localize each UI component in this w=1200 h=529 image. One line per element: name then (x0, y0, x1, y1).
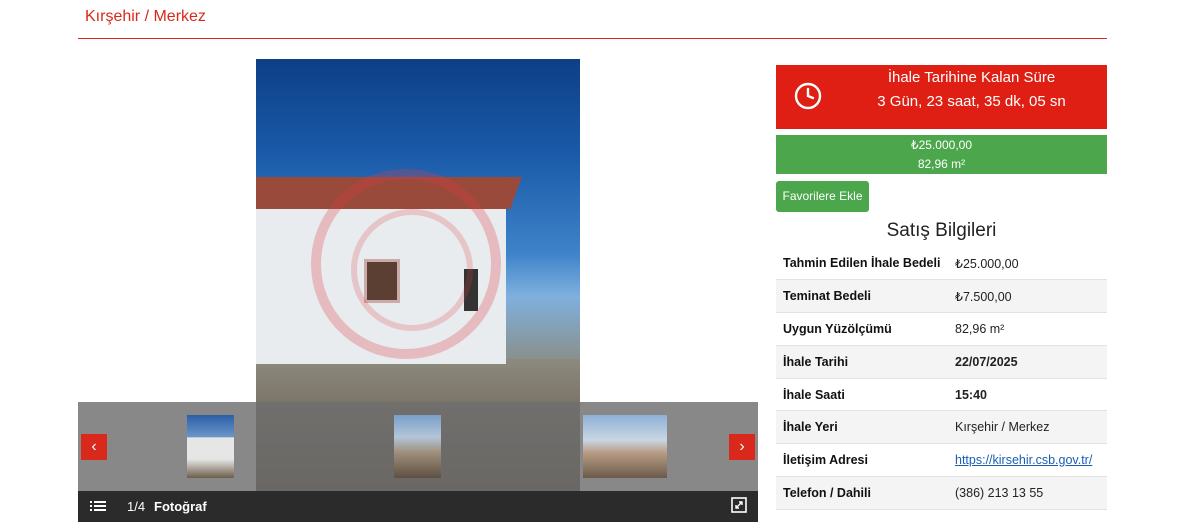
row-label: Tahmin Edilen İhale Bedeli (783, 256, 941, 271)
row-value: 15:40 (955, 387, 987, 402)
row-value: ₺25.000,00 (955, 256, 1019, 271)
sales-info-title: Satış Bilgileri (886, 220, 997, 241)
row-label: İhale Yeri (783, 420, 838, 435)
row-value: ₺7.500,00 (955, 289, 1012, 304)
row-label: İletişim Adresi (783, 453, 868, 468)
table-row: İletişim Adresi https://kirsehir.csb.gov… (776, 444, 1107, 477)
countdown-panel: İhale Tarihine Kalan Süre 3 Gün, 23 saat… (776, 65, 1107, 129)
thumbnail-2[interactable] (394, 415, 441, 478)
table-row: Telefon / Dahili (386) 213 13 55 (776, 476, 1107, 510)
area-value: 82,96 m² (917, 157, 966, 171)
price-summary: ₺25.000,00 82,96 m² (776, 135, 1107, 174)
contact-link[interactable]: https://kirsehir.csb.gov.tr/ (955, 453, 1092, 467)
thumbnail-3[interactable] (583, 415, 667, 478)
table-row: Tahmin Edilen İhale Bedeli ₺25.000,00 (776, 247, 1107, 280)
row-label: Telefon / Dahili (783, 485, 871, 500)
photo-caption: Fotoğraf (154, 499, 207, 514)
thumbnail-1[interactable] (187, 415, 234, 478)
thumbnail-strip (78, 402, 758, 491)
row-label: Uygun Yüzölçümü (783, 321, 892, 336)
table-row: İhale Tarihi 22/07/2025 (776, 345, 1107, 379)
row-value: Kırşehir / Merkez (955, 420, 1050, 435)
photo-gallery: ‹ › 1/4 Fotoğraf (78, 59, 758, 522)
photo-counter: 1/4 (127, 499, 146, 514)
header-divider (78, 38, 1107, 39)
sales-info-table: Tahmin Edilen İhale Bedeli ₺25.000,00 Te… (776, 247, 1107, 510)
row-value: https://kirsehir.csb.gov.tr/ (948, 444, 1107, 477)
clock-icon (794, 82, 822, 110)
row-value: 82,96 m² (955, 321, 1005, 336)
row-label: İhale Saati (783, 387, 845, 402)
add-to-favorites-button[interactable]: Favorilere Ekle (776, 181, 869, 212)
row-label: Teminat Bedeli (783, 289, 871, 304)
row-label: İhale Tarihi (783, 354, 849, 369)
table-row: Teminat Bedeli ₺7.500,00 (776, 279, 1107, 313)
fullscreen-icon[interactable] (731, 497, 747, 513)
chevron-right-icon: › (739, 438, 745, 455)
watermark-seal (311, 169, 501, 359)
row-value: (386) 213 13 55 (955, 485, 1044, 500)
chevron-left-icon: ‹ (91, 438, 97, 455)
table-row: İhale Saati 15:40 (776, 378, 1107, 411)
countdown-title: İhale Tarihine Kalan Süre (887, 69, 1056, 86)
row-value: 22/07/2025 (955, 354, 1018, 369)
page-location-title: Kırşehir / Merkez (85, 8, 206, 25)
next-photo-button[interactable]: › (729, 434, 755, 460)
price-value: ₺25.000,00 (910, 138, 973, 152)
prev-photo-button[interactable]: ‹ (81, 434, 107, 460)
countdown-value: 3 Gün, 23 saat, 35 dk, 05 sn (877, 93, 1066, 110)
table-row: İhale Yeri Kırşehir / Merkez (776, 410, 1107, 444)
table-row: Uygun Yüzölçümü 82,96 m² (776, 313, 1107, 346)
list-icon[interactable] (90, 498, 106, 514)
gallery-toolbar: 1/4 Fotoğraf (78, 491, 758, 522)
